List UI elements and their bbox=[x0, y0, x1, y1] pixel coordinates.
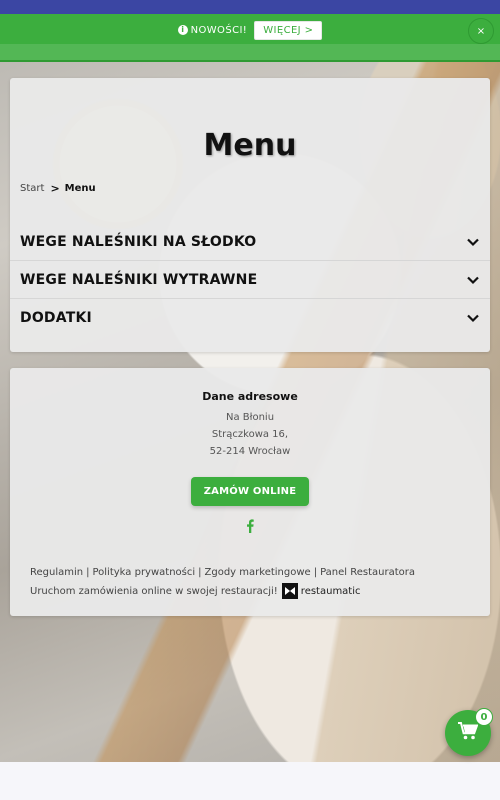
address-line: Na Błoniu bbox=[225, 412, 275, 423]
news-label: NOWOŚCI! bbox=[190, 24, 248, 36]
restaurant-panel-link[interactable]: Panel Restauratora bbox=[320, 567, 415, 578]
address-line: 52-214 Wrocław bbox=[209, 446, 291, 457]
info-icon: i bbox=[177, 25, 188, 35]
category-label: WEGE NALEŚNIKI WYTRAWNE bbox=[20, 271, 258, 288]
promo-text[interactable]: Uruchom zamówienia online w swojej resta… bbox=[30, 586, 278, 597]
breadcrumb-current: Menu bbox=[64, 183, 96, 194]
order-online-button[interactable]: ZAMÓW ONLINE bbox=[191, 477, 309, 506]
category-extras[interactable]: DODATKI bbox=[10, 299, 490, 337]
chevron-down-icon bbox=[466, 311, 480, 325]
category-sweet-crepes[interactable]: WEGE NALEŚNIKI NA SŁODKO bbox=[10, 223, 490, 261]
close-banner-button[interactable]: × bbox=[468, 18, 494, 44]
address-line: Strączkowa 16, bbox=[211, 429, 289, 440]
bottom-strip bbox=[0, 762, 500, 800]
privacy-policy-link[interactable]: Polityka prywatności bbox=[92, 567, 195, 578]
shopping-cart-icon bbox=[458, 722, 479, 744]
facebook-icon[interactable] bbox=[242, 518, 258, 534]
page-title: Menu bbox=[203, 128, 297, 163]
marketing-consents-link[interactable]: Zgody marketingowe bbox=[205, 567, 311, 578]
cart-count-badge: 0 bbox=[475, 708, 493, 726]
menu-card: Menu Start > Menu WEGE NALEŚNIKI NA SŁOD… bbox=[10, 78, 490, 352]
category-label: WEGE NALEŚNIKI NA SŁODKO bbox=[20, 233, 257, 250]
restaumatic-logo-icon bbox=[281, 583, 298, 599]
category-savory-crepes[interactable]: WEGE NALEŚNIKI WYTRAWNE bbox=[10, 261, 490, 299]
promo-line: Uruchom zamówienia online w swojej resta… bbox=[30, 583, 361, 599]
more-button[interactable]: WIĘCEJ > bbox=[254, 20, 323, 40]
close-icon: × bbox=[476, 25, 486, 37]
category-label: DODATKI bbox=[20, 310, 92, 326]
banner-stripe bbox=[0, 44, 500, 60]
banner-content: i NOWOŚCI! WIĘCEJ > bbox=[0, 14, 500, 46]
brand-name[interactable]: restaumatic bbox=[301, 586, 361, 597]
chevron-down-icon bbox=[466, 273, 480, 287]
address-title: Dane adresowe bbox=[202, 390, 298, 403]
top-bar bbox=[0, 0, 500, 14]
breadcrumb: Start > Menu bbox=[20, 182, 96, 195]
cart-button[interactable]: 0 bbox=[445, 708, 493, 756]
terms-link[interactable]: Regulamin bbox=[30, 567, 83, 578]
address-card: Dane adresowe Na Błoniu Strączkowa 16, 5… bbox=[10, 368, 490, 616]
chevron-down-icon bbox=[466, 235, 480, 249]
breadcrumb-home[interactable]: Start bbox=[20, 183, 44, 194]
breadcrumb-separator: > bbox=[50, 182, 60, 195]
news-banner: i NOWOŚCI! WIĘCEJ > × bbox=[0, 14, 500, 62]
footer-links: Regulamin | Polityka prywatności | Zgody mar… bbox=[30, 567, 415, 578]
